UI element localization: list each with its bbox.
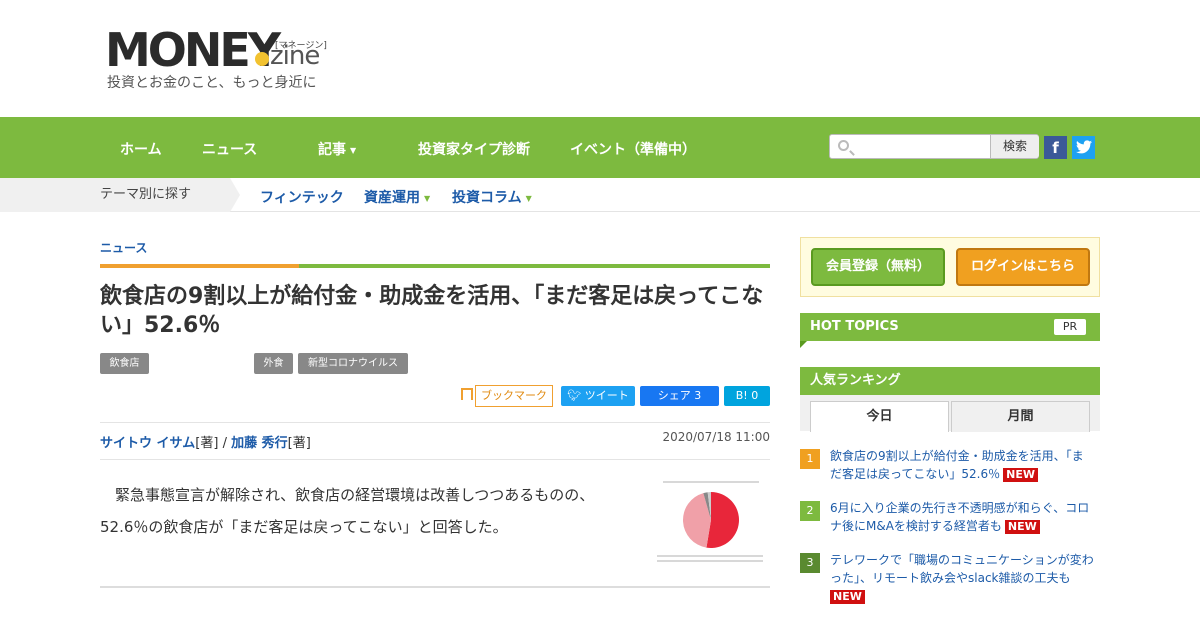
search-button[interactable]: 検索: [990, 135, 1039, 158]
caret-down-icon: ▼: [350, 145, 357, 155]
ranking-title: 人気ランキング: [810, 373, 901, 388]
nav-events[interactable]: イベント（準備中）: [570, 139, 696, 159]
new-badge: NEW: [830, 590, 865, 604]
ranking-tabs: 今日 月間: [800, 395, 1100, 432]
caret-down-icon: ▼: [525, 193, 532, 203]
pr-badge: PR: [1054, 319, 1086, 335]
article-title: 飲食店の9割以上が給付金・助成金を活用、「まだ客足は戻ってこない」52.6％: [100, 284, 764, 338]
theme-asset-management[interactable]: 資産運用 ▼: [364, 187, 430, 207]
article-divider: [100, 586, 770, 588]
search-input[interactable]: 検索: [829, 134, 1039, 159]
article-category[interactable]: ニュース: [100, 239, 147, 256]
ranking-link[interactable]: 飲食店の9割以上が給付金・助成金を活用、「まだ客足は戻ってこない」52.6％: [830, 449, 1084, 481]
site-logo[interactable]: MONEY [マネージン] zine 投資とお金のこと、もっと身近に: [105, 23, 335, 98]
theme-asset-label: 資産運用: [364, 190, 420, 206]
search-icon: [838, 140, 849, 151]
nav-home[interactable]: ホーム: [120, 139, 162, 159]
nav-articles-label: 記事: [318, 142, 346, 158]
logo-zine: zine: [270, 41, 320, 71]
member-box: 会員登録（無料） ログインはこちら: [800, 237, 1100, 297]
theme-fintech[interactable]: フィンテック: [260, 187, 344, 207]
register-button[interactable]: 会員登録（無料）: [811, 248, 945, 286]
tweet-label: ツイート: [584, 389, 629, 402]
tab-today[interactable]: 今日: [810, 401, 949, 432]
author-separator: /: [218, 436, 232, 451]
pie-chart: [683, 492, 739, 548]
ranking-link[interactable]: 6月に入り企業の先行き不透明感が和らぐ、コロナ後にM&Aを検討する経営者も: [830, 501, 1089, 533]
tag-covid[interactable]: 新型コロナウイルス: [298, 353, 408, 374]
nav-articles[interactable]: 記事 ▼: [318, 139, 356, 159]
rank-number: 3: [800, 553, 820, 573]
tag-restaurant[interactable]: 飲食店: [100, 353, 149, 374]
category-rule-accent: [100, 264, 299, 268]
theme-label: テーマ別に探す: [0, 178, 230, 212]
ranking-header: 人気ランキング: [800, 367, 1100, 402]
article: ニュース 飲食店の9割以上が給付金・助成金を活用、「まだ客足は戻ってこない」52…: [100, 212, 770, 630]
authors: サイトウ イサム[著] / 加藤 秀行[著]: [100, 432, 311, 451]
category-rule: [299, 264, 770, 268]
theme-column-label: 投資コラム: [452, 190, 522, 206]
logo-wordmark: MONEY: [105, 23, 281, 77]
author-role: [著]: [287, 436, 311, 451]
ranking-item-text: 6月に入り企業の先行き不透明感が和らぐ、コロナ後にM&Aを検討する経営者も NEW: [830, 499, 1095, 535]
hot-topics-header: HOT TOPICS PR: [800, 313, 1100, 348]
new-badge: NEW: [1003, 468, 1038, 482]
global-nav: ホーム ニュース 記事 ▼ 投資家タイプ診断 イベント（準備中） 検索 f: [0, 117, 1200, 178]
article-body-cutoff: [100, 622, 770, 630]
publish-date: 2020/07/18 11:00: [662, 430, 770, 444]
twitter-icon: 🐦︎: [567, 389, 585, 402]
rank-number: 1: [800, 449, 820, 469]
tab-month[interactable]: 月間: [951, 401, 1090, 432]
facebook-icon[interactable]: f: [1044, 136, 1067, 159]
nav-investor-type[interactable]: 投資家タイプ診断: [418, 139, 530, 159]
twitter-icon[interactable]: [1072, 136, 1095, 159]
theme-arrow: [230, 178, 240, 212]
caret-down-icon: ▼: [424, 193, 431, 203]
ranking-item-text: 飲食店の9割以上が給付金・助成金を活用、「まだ客足は戻ってこない」52.6％ NE…: [830, 447, 1095, 483]
site-header: MONEY [マネージン] zine 投資とお金のこと、もっと身近に: [0, 0, 1200, 117]
sidebar: 会員登録（無料） ログインはこちら HOT TOPICS PR 人気ランキング …: [800, 237, 1100, 630]
tag-dining-out[interactable]: 外食: [254, 353, 293, 374]
site-tagline: 投資とお金のこと、もっと身近に: [107, 75, 317, 91]
theme-nav: テーマ別に探す フィンテック 資産運用 ▼ 投資コラム ▼: [0, 178, 1200, 212]
new-badge: NEW: [1004, 520, 1040, 534]
bookmark-button[interactable]: ブックマーク: [475, 385, 553, 407]
facebook-share-button[interactable]: シェア 3: [640, 386, 719, 406]
theme-investment-column[interactable]: 投資コラム ▼: [452, 187, 532, 207]
ranking-item-text: テレワークで「職場のコミュニケーションが変わった」、リモート飲み会やslack雑…: [830, 551, 1095, 605]
author-link[interactable]: 加藤 秀行: [231, 436, 288, 451]
hatena-bookmark-button[interactable]: B! 0: [724, 386, 770, 406]
rank-number: 2: [800, 501, 820, 521]
byline: サイトウ イサム[著] / 加藤 秀行[著] 2020/07/18 11:00: [100, 422, 770, 460]
ranking-link[interactable]: テレワークで「職場のコミュニケーションが変わった」、リモート飲み会やslack雑…: [830, 553, 1094, 585]
tweet-button[interactable]: 🐦︎ ツイート: [561, 386, 635, 406]
author-link[interactable]: サイトウ イサム: [100, 436, 195, 451]
article-lead: 緊急事態宣言が解除され、飲食店の経営環境は改善しつつあるものの、52.6％の飲食…: [100, 486, 595, 536]
bookmark-icon: [461, 388, 473, 400]
login-button[interactable]: ログインはこちら: [956, 248, 1090, 286]
author-role: [著]: [195, 436, 219, 451]
nav-news[interactable]: ニュース: [202, 139, 257, 159]
hot-topics-title: HOT TOPICS: [810, 319, 899, 334]
coin-icon: [255, 52, 269, 66]
article-figure[interactable]: [653, 477, 769, 569]
